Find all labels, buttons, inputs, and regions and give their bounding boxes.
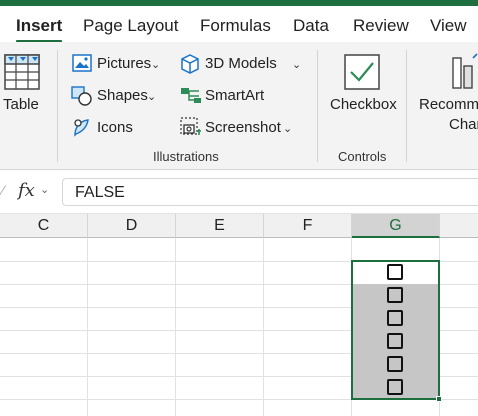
smartart-label: SmartArt xyxy=(205,87,265,104)
table-label: Table xyxy=(3,96,39,113)
divider-dots-icon: ⁄ xyxy=(2,182,5,198)
cell-checkbox[interactable] xyxy=(387,356,403,372)
pictures-icon xyxy=(72,54,92,72)
group-separator xyxy=(57,50,58,162)
smartart-icon xyxy=(181,88,201,103)
column-header-c[interactable]: C xyxy=(0,214,88,238)
grid-line xyxy=(87,238,88,416)
formula-input[interactable]: FALSE xyxy=(62,178,478,206)
chevron-down-icon: ⌄ xyxy=(151,59,161,71)
screenshot-icon xyxy=(180,117,201,135)
column-header-g[interactable]: G xyxy=(352,214,440,238)
cell-checkbox[interactable] xyxy=(387,287,403,303)
column-header-d[interactable]: D xyxy=(88,214,176,238)
cell-checkbox[interactable] xyxy=(387,379,403,395)
grid-line xyxy=(439,238,440,416)
recommended-charts-label-1: Recomm xyxy=(419,96,478,113)
tab-review[interactable]: Review xyxy=(353,16,409,36)
shapes-icon xyxy=(71,86,92,106)
chevron-down-icon: ⌄ xyxy=(40,184,50,196)
insert-function-button[interactable]: ⁄ fx ⌄ xyxy=(0,178,58,206)
checkbox-icon xyxy=(344,54,380,90)
icons-label: Icons xyxy=(97,119,133,136)
column-header-label: C xyxy=(37,217,50,234)
fill-handle[interactable] xyxy=(436,396,442,402)
column-header-label: E xyxy=(214,217,225,234)
tab-page-layout[interactable]: Page Layout xyxy=(83,16,178,36)
table-cell[interactable] xyxy=(352,307,439,330)
table-cell[interactable] xyxy=(352,261,439,284)
column-header-f[interactable]: F xyxy=(264,214,352,238)
tab-view[interactable]: View xyxy=(430,16,467,36)
controls-group-label: Controls xyxy=(338,149,387,164)
3d-models-label: 3D Models xyxy=(205,55,277,72)
cell-checkbox[interactable] xyxy=(387,333,403,349)
group-separator xyxy=(406,50,407,162)
group-separator xyxy=(317,50,318,162)
formula-bar: ⁄ fx ⌄ FALSE xyxy=(0,170,478,214)
cell-checkbox[interactable] xyxy=(387,264,403,280)
column-header-e[interactable]: E xyxy=(176,214,264,238)
grid-line xyxy=(0,399,478,400)
table-icon xyxy=(4,54,40,90)
grid-line xyxy=(175,238,176,416)
fx-icon: fx xyxy=(18,180,35,201)
grid-line xyxy=(263,238,264,416)
chevron-down-icon: ⌄ xyxy=(283,123,293,135)
ribbon: Table Pictures ⌄ Shapes ⌄ Icons 3D Model… xyxy=(0,42,478,170)
cube-icon xyxy=(181,54,199,74)
checkbox-label: Checkbox xyxy=(330,96,397,113)
tab-formulas[interactable]: Formulas xyxy=(200,16,271,36)
ribbon-tabs: Insert Page Layout Formulas Data Review … xyxy=(0,6,478,43)
chevron-down-icon: ⌄ xyxy=(147,91,157,103)
column-header-label: F xyxy=(302,217,313,234)
recommended-charts-icon xyxy=(452,53,478,89)
column-header-label: D xyxy=(125,217,138,234)
tab-data[interactable]: Data xyxy=(293,16,329,36)
table-cell[interactable] xyxy=(352,330,439,353)
table-cell[interactable] xyxy=(352,376,439,399)
column-header-h[interactable] xyxy=(440,214,478,238)
formula-value: FALSE xyxy=(75,184,125,201)
chevron-down-icon: ⌄ xyxy=(292,59,302,71)
screenshot-label: Screenshot xyxy=(205,119,281,136)
tab-insert[interactable]: Insert xyxy=(16,16,62,36)
cell-checkbox[interactable] xyxy=(387,310,403,326)
table-cell[interactable] xyxy=(352,284,439,307)
icons-icon xyxy=(74,119,89,137)
pictures-label: Pictures xyxy=(97,55,152,72)
illustrations-group-label: Illustrations xyxy=(153,149,219,164)
shapes-label: Shapes xyxy=(97,87,148,104)
recommended-charts-label-2: Char xyxy=(449,116,478,133)
table-cell[interactable] xyxy=(352,353,439,376)
column-header-label: G xyxy=(389,217,402,234)
worksheet-grid: C D E F G xyxy=(0,214,478,416)
